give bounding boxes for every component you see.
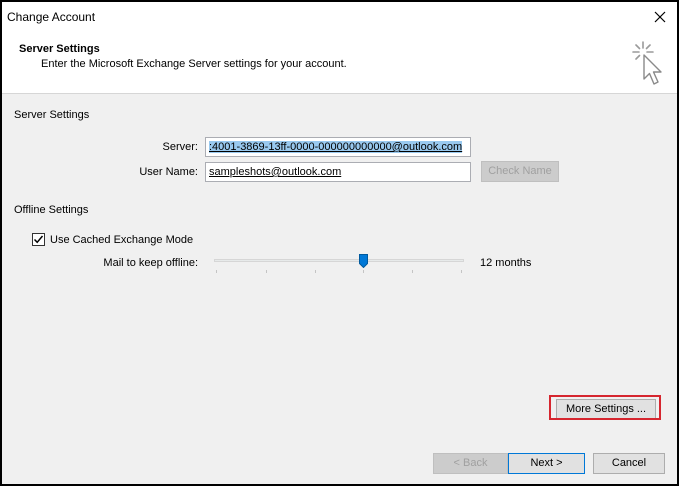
cached-mode-checkbox[interactable] — [32, 233, 45, 246]
header-subtitle: Enter the Microsoft Exchange Server sett… — [41, 58, 347, 70]
server-field-value: :4001-3869-13ff-0000-000000000000@outloo… — [209, 141, 463, 153]
server-label: Server: — [162, 141, 198, 153]
header-title: Server Settings — [19, 43, 100, 55]
server-settings-section-label: Server Settings — [14, 109, 90, 121]
slider-tick — [315, 270, 316, 273]
slider-track — [214, 259, 464, 262]
cursor-click-icon — [632, 41, 662, 85]
mail-offline-value: 12 months — [480, 257, 532, 269]
slider-tick — [412, 270, 413, 273]
next-button[interactable]: Next > — [508, 453, 585, 474]
cached-mode-label: Use Cached Exchange Mode — [50, 234, 194, 246]
highlight-annotation — [549, 395, 661, 420]
slider-tick — [363, 270, 364, 273]
dialog-header: Server Settings Enter the Microsoft Exch… — [2, 32, 677, 94]
slider-thumb-icon[interactable] — [358, 254, 368, 268]
check-name-button[interactable]: Check Name — [481, 161, 559, 182]
cancel-button[interactable]: Cancel — [593, 453, 665, 474]
window-title: Change Account — [7, 10, 96, 24]
back-button[interactable]: < Back — [433, 453, 508, 474]
change-account-dialog: Change Account Server Settings Enter the… — [0, 0, 679, 486]
close-icon — [654, 11, 666, 23]
slider-tick — [216, 270, 217, 273]
slider-tick — [266, 270, 267, 273]
title-bar: Change Account — [2, 2, 677, 32]
server-field[interactable]: :4001-3869-13ff-0000-000000000000@outloo… — [205, 137, 471, 157]
username-field[interactable]: sampleshots@outlook.com — [205, 162, 471, 182]
checkmark-icon — [33, 235, 44, 244]
username-field-value: sampleshots@outlook.com — [209, 166, 342, 178]
slider-tick — [461, 270, 462, 273]
mail-offline-label: Mail to keep offline: — [103, 257, 198, 269]
close-button[interactable] — [649, 6, 671, 28]
offline-settings-section-label: Offline Settings — [14, 204, 89, 216]
username-label: User Name: — [139, 166, 198, 178]
